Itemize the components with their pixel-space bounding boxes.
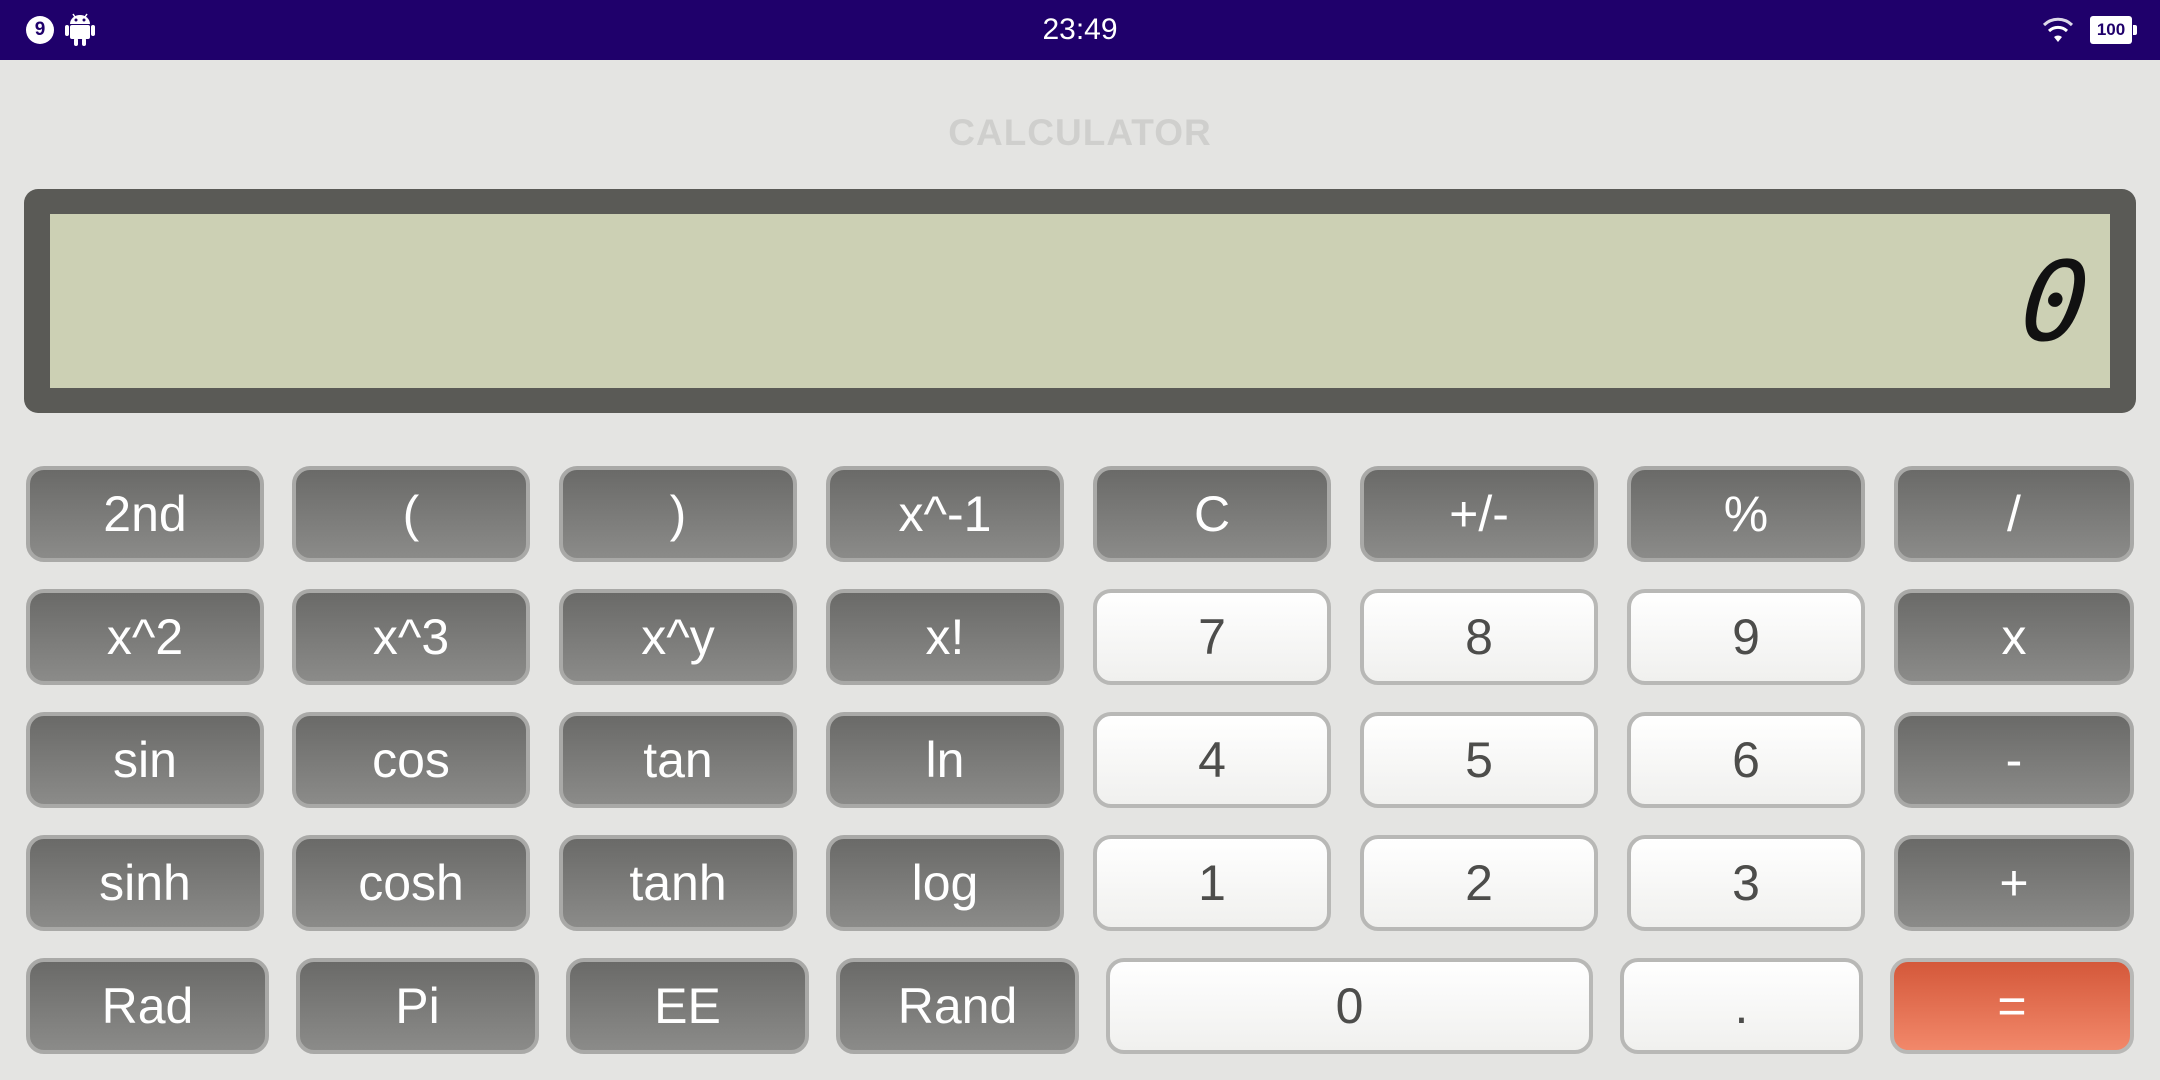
app-title: CALCULATOR [948,112,1212,153]
digit-8-button[interactable]: 8 [1360,589,1598,685]
percent-button[interactable]: % [1627,466,1865,562]
ln-button[interactable]: ln [826,712,1064,808]
pi-button[interactable]: Pi [296,958,539,1054]
digit-4-button[interactable]: 4 [1093,712,1331,808]
divide-button[interactable]: / [1894,466,2134,562]
cos-button[interactable]: cos [292,712,530,808]
equals-button[interactable]: = [1890,958,2134,1054]
factorial-button[interactable]: x! [826,589,1064,685]
second-function-button[interactable]: 2nd [26,466,264,562]
left-paren-button[interactable]: ( [292,466,530,562]
decimal-point-button[interactable]: . [1620,958,1863,1054]
tan-button[interactable]: tan [559,712,797,808]
digit-9-button[interactable]: 9 [1627,589,1865,685]
rad-button[interactable]: Rad [26,958,269,1054]
digit-5-button[interactable]: 5 [1360,712,1598,808]
right-paren-button[interactable]: ) [559,466,797,562]
plus-button[interactable]: + [1894,835,2134,931]
minus-button[interactable]: - [1894,712,2134,808]
digit-1-button[interactable]: 1 [1093,835,1331,931]
cube-button[interactable]: x^3 [292,589,530,685]
digit-2-button[interactable]: 2 [1360,835,1598,931]
multiply-button[interactable]: x [1894,589,2134,685]
reciprocal-button[interactable]: x^-1 [826,466,1064,562]
wifi-icon [2042,17,2074,42]
rand-button[interactable]: Rand [836,958,1079,1054]
battery-icon: 100 [2090,16,2137,44]
tanh-button[interactable]: tanh [559,835,797,931]
power-button[interactable]: x^y [559,589,797,685]
digit-0-button[interactable]: 0 [1106,958,1593,1054]
cosh-button[interactable]: cosh [292,835,530,931]
digit-6-button[interactable]: 6 [1627,712,1865,808]
sin-button[interactable]: sin [26,712,264,808]
ee-button[interactable]: EE [566,958,809,1054]
display-frame: 0 [24,189,2136,413]
sinh-button[interactable]: sinh [26,835,264,931]
status-bar: 9 23:49 100 [0,0,2160,60]
display-value: 0 [2015,238,2099,366]
digit-7-button[interactable]: 7 [1093,589,1331,685]
log-button[interactable]: log [826,835,1064,931]
display-screen: 0 [50,214,2110,388]
negate-button[interactable]: +/- [1360,466,1598,562]
clock: 23:49 [1042,13,1118,46]
square-button[interactable]: x^2 [26,589,264,685]
digit-3-button[interactable]: 3 [1627,835,1865,931]
clear-button[interactable]: C [1093,466,1331,562]
